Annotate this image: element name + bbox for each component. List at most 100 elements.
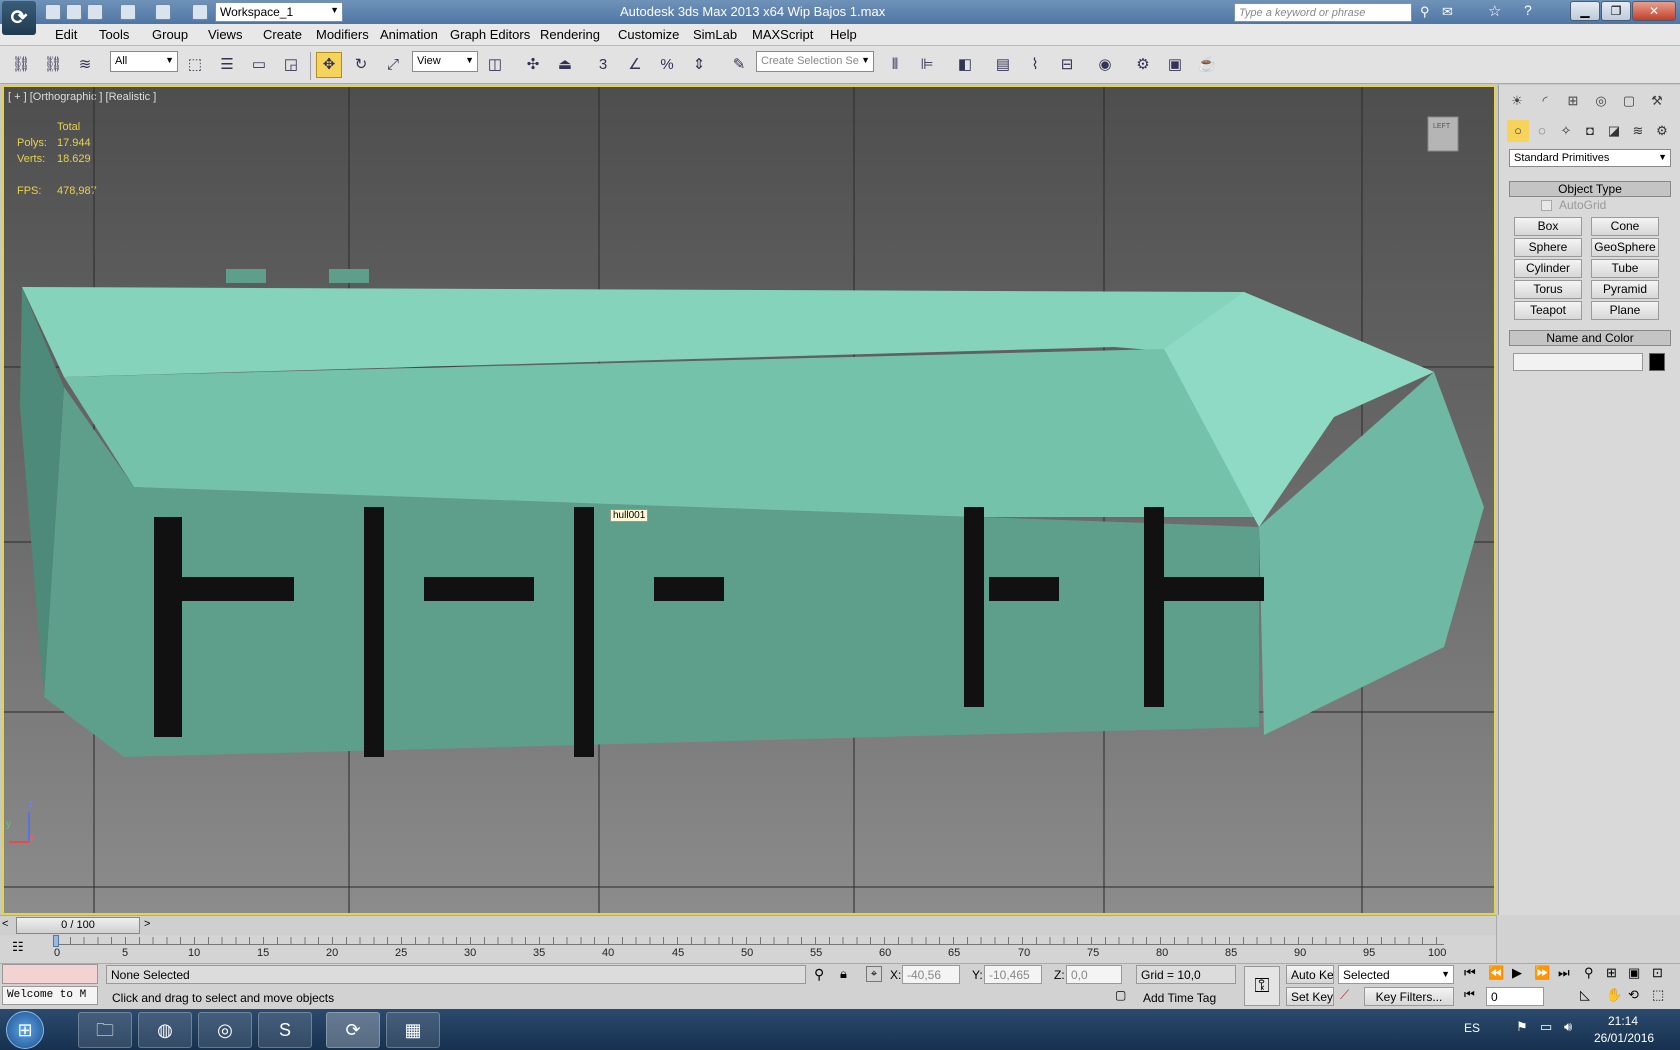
- cameras-icon[interactable]: ◘: [1579, 120, 1601, 142]
- rendered-frame-window-icon[interactable]: ▣: [1162, 52, 1188, 78]
- unlink-icon[interactable]: ⛓: [40, 52, 66, 78]
- select-and-move-icon[interactable]: ✥: [316, 52, 342, 78]
- zoom-icon[interactable]: ⚲: [1584, 965, 1594, 981]
- isolate-selection-icon[interactable]: ⚲: [814, 966, 824, 983]
- maxscript-mini-listener-top[interactable]: [2, 964, 98, 984]
- 3dsmax-taskbar-icon[interactable]: ⟳: [326, 1012, 380, 1048]
- prev-frame-icon[interactable]: ⏪: [1488, 965, 1504, 981]
- tangent-icon[interactable]: ⟋: [1340, 987, 1349, 1003]
- track-bar-toggle-icon[interactable]: ☷: [12, 939, 32, 957]
- select-and-rotate-icon[interactable]: ↻: [348, 52, 374, 78]
- favorites-star-icon[interactable]: ☆: [1488, 2, 1506, 20]
- category-select[interactable]: Standard Primitives ▼: [1509, 149, 1671, 167]
- communication-icon[interactable]: ✉: [1442, 4, 1458, 20]
- display-tab-icon[interactable]: ▢: [1617, 90, 1641, 112]
- undo-icon[interactable]: [120, 4, 136, 20]
- orbit-icon[interactable]: ⟲: [1628, 987, 1639, 1003]
- track-bar[interactable]: ☷ 0 5 10 15 20 25 30 35 40 45 50 55 60 6…: [0, 935, 1496, 963]
- lights-icon[interactable]: ✧: [1555, 120, 1577, 142]
- selection-lock-icon[interactable]: 🔒︎: [840, 966, 847, 982]
- align-icon[interactable]: ⊫: [914, 52, 940, 78]
- render-production-icon[interactable]: ☕: [1194, 52, 1220, 78]
- teapot-button[interactable]: Teapot: [1514, 301, 1582, 320]
- time-tag-icon[interactable]: ▢: [1115, 988, 1126, 1002]
- sphere-button[interactable]: Sphere: [1514, 238, 1582, 257]
- menu-group[interactable]: Group: [152, 27, 188, 42]
- save-icon[interactable]: [87, 4, 103, 20]
- reference-coordinate-select[interactable]: View ▼: [412, 51, 478, 72]
- new-file-icon[interactable]: [45, 4, 61, 20]
- spinner-snap-icon[interactable]: ⇕: [686, 52, 712, 78]
- chrome-icon[interactable]: ◎: [198, 1012, 252, 1048]
- viewcube-label[interactable]: LEFT: [1433, 123, 1450, 130]
- binoculars-icon[interactable]: ⚲: [1420, 4, 1436, 20]
- language-indicator[interactable]: ES: [1464, 1021, 1480, 1035]
- material-editor-icon[interactable]: ◉: [1092, 52, 1118, 78]
- curve-editor-icon[interactable]: ⌇: [1022, 52, 1048, 78]
- percent-snap-icon[interactable]: %: [654, 52, 680, 78]
- add-time-tag[interactable]: Add Time Tag: [1143, 991, 1216, 1005]
- select-manipulate-icon[interactable]: ✣: [520, 52, 546, 78]
- close-button[interactable]: ✕: [1632, 1, 1676, 21]
- maxscript-mini-listener[interactable]: Welcome to M: [2, 986, 98, 1005]
- hierarchy-tab-icon[interactable]: ⊞: [1561, 90, 1585, 112]
- menu-customize[interactable]: Customize: [618, 27, 679, 42]
- field-of-view-icon[interactable]: ◺: [1580, 987, 1590, 1003]
- object-type-rollout[interactable]: Object Type: [1509, 181, 1671, 197]
- selection-filter-select[interactable]: All ▼: [110, 51, 178, 72]
- current-frame-field[interactable]: 0: [1486, 987, 1544, 1006]
- shapes-icon[interactable]: ◌: [1531, 120, 1553, 142]
- window-crossing-icon[interactable]: ◲: [278, 52, 304, 78]
- modify-tab-icon[interactable]: ◜: [1533, 90, 1557, 112]
- menu-tools[interactable]: Tools: [99, 27, 129, 42]
- select-and-link-icon[interactable]: ⛓: [8, 52, 34, 78]
- keyboard-shortcut-override-icon[interactable]: ⏏: [552, 52, 578, 78]
- edit-named-selection-icon[interactable]: ✎: [726, 52, 752, 78]
- maximize-viewport-icon[interactable]: ⬚: [1652, 987, 1664, 1003]
- goto-start-icon[interactable]: ⏮: [1464, 965, 1476, 981]
- z-coord-field[interactable]: 0,0: [1066, 965, 1122, 984]
- tray-display-icon[interactable]: ▭: [1540, 1019, 1552, 1035]
- name-and-color-rollout[interactable]: Name and Color: [1509, 330, 1671, 346]
- firefox-icon[interactable]: ◍: [138, 1012, 192, 1048]
- scene-explorer-icon[interactable]: ▤: [990, 52, 1016, 78]
- key-filters-button[interactable]: Key Filters...: [1364, 987, 1454, 1006]
- time-prev-arrow-icon[interactable]: <: [2, 918, 8, 930]
- zoom-all-icon[interactable]: ⊞: [1606, 965, 1617, 981]
- cone-button[interactable]: Cone: [1591, 217, 1659, 236]
- menu-views[interactable]: Views: [208, 27, 242, 42]
- time-slider-thumb[interactable]: 0 / 100: [16, 917, 140, 934]
- systems-icon[interactable]: ⚙: [1651, 120, 1673, 142]
- perspective-viewport[interactable]: [ + ] [Orthographic ] [Realistic ] Total…: [2, 85, 1496, 915]
- start-button[interactable]: ⊞: [6, 1011, 44, 1049]
- menu-help[interactable]: Help: [830, 27, 857, 42]
- schematic-view-icon[interactable]: ⊟: [1054, 52, 1080, 78]
- help-icon[interactable]: ?: [1524, 2, 1542, 20]
- create-tab-icon[interactable]: ☀: [1505, 90, 1529, 112]
- search-input[interactable]: Type a keyword or phrase: [1234, 3, 1412, 22]
- minimize-button[interactable]: ▁: [1570, 1, 1600, 21]
- maximize-button[interactable]: ❐: [1601, 1, 1631, 21]
- render-setup-icon[interactable]: ⚙: [1130, 52, 1156, 78]
- zoom-extents-all-icon[interactable]: ⊡: [1652, 965, 1663, 981]
- tray-clock-time[interactable]: 21:14: [1608, 1014, 1638, 1028]
- zoom-extents-icon[interactable]: ▣: [1628, 965, 1640, 981]
- menu-simlab[interactable]: SimLab: [693, 27, 737, 42]
- current-frame-marker[interactable]: [53, 935, 59, 947]
- rectangular-selection-icon[interactable]: ▭: [246, 52, 272, 78]
- menu-edit[interactable]: Edit: [55, 27, 77, 42]
- object-color-swatch[interactable]: [1649, 353, 1665, 371]
- open-file-icon[interactable]: [66, 4, 82, 20]
- project-folder-icon[interactable]: [192, 4, 208, 20]
- time-slider[interactable]: < 0 / 100 >: [0, 915, 1496, 935]
- mirror-icon[interactable]: ⫴: [882, 52, 908, 78]
- box-button[interactable]: Box: [1514, 217, 1582, 236]
- motion-tab-icon[interactable]: ◎: [1589, 90, 1613, 112]
- geometry-icon[interactable]: ○: [1507, 120, 1529, 142]
- photo-viewer-icon[interactable]: ▦: [386, 1012, 440, 1048]
- geosphere-button[interactable]: GeoSphere: [1591, 238, 1659, 257]
- app-logo-icon[interactable]: ⟳: [2, 1, 36, 35]
- cylinder-button[interactable]: Cylinder: [1514, 259, 1582, 278]
- absolute-mode-icon[interactable]: ⌖: [866, 966, 882, 982]
- play-icon[interactable]: ▶: [1512, 965, 1522, 981]
